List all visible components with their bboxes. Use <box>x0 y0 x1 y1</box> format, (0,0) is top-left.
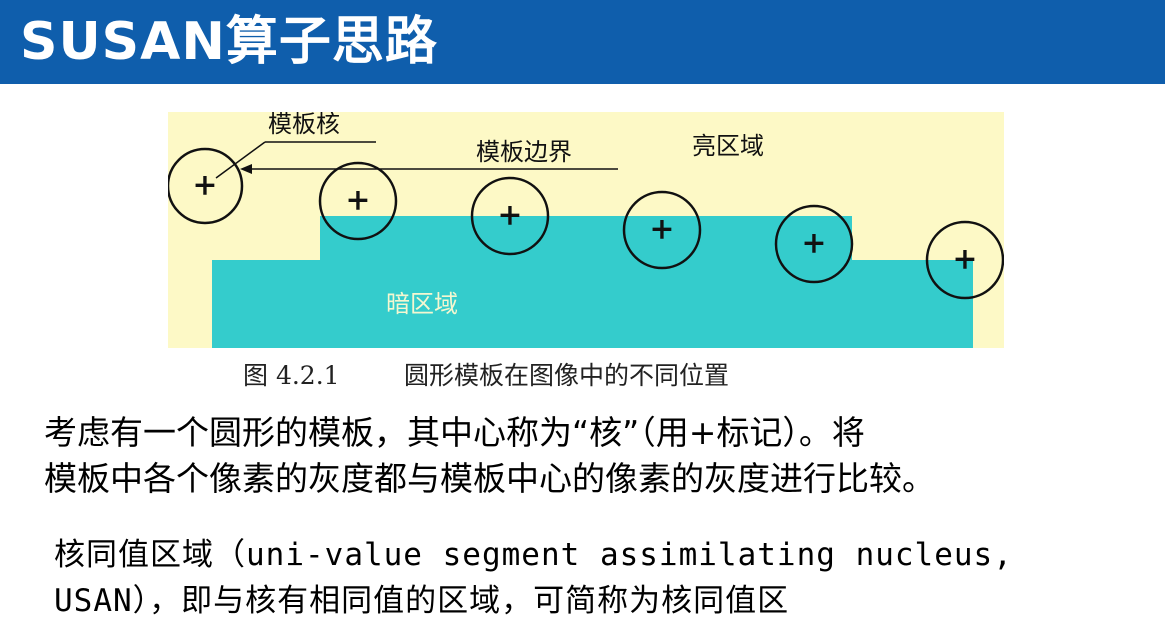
nucleus-mark-5: + <box>801 226 826 261</box>
nucleus-mark-6: + <box>952 242 977 277</box>
nucleus-mark-2: + <box>345 183 370 218</box>
description-paragraph: 考虑有一个圆形的模板，其中心称为“核”（用+标记）。将 模板中各个像素的灰度都与… <box>44 410 1154 502</box>
figure-number: 图 4.2.1 <box>243 361 340 390</box>
nucleus-mark-3: + <box>497 198 522 233</box>
usan-definition-line-1: 核同值区域（uni-value segment assimilating nuc… <box>54 537 1013 573</box>
usan-definition-line-2: USAN），即与核有相同值的区域，可简称为核同值区 <box>54 583 790 619</box>
figure-caption-text: 圆形模板在图像中的不同位置 <box>404 361 730 390</box>
template-positions-diagram: + + + + + + 模板核 模板边界 亮区域 暗区域 <box>168 112 1004 348</box>
description-line-2: 模板中各个像素的灰度都与模板中心的像素的灰度进行比较。 <box>44 459 935 498</box>
bright-region-label: 亮区域 <box>692 132 764 160</box>
boundary-label: 模板边界 <box>476 138 572 166</box>
usan-figure: + + + + + + 模板核 模板边界 亮区域 暗区域 <box>168 112 1004 348</box>
kernel-label: 模板核 <box>268 112 340 138</box>
usan-definition-paragraph: 核同值区域（uni-value segment assimilating nuc… <box>54 532 1154 624</box>
dark-region-label: 暗区域 <box>386 290 458 318</box>
nucleus-mark-1: + <box>192 168 217 203</box>
nucleus-mark-4: + <box>649 212 674 247</box>
description-line-1: 考虑有一个圆形的模板，其中心称为“核”（用+标记）。将 <box>44 413 865 452</box>
slide-title: SUSAN算子思路 <box>20 12 438 72</box>
title-bar: SUSAN算子思路 <box>0 0 1165 84</box>
